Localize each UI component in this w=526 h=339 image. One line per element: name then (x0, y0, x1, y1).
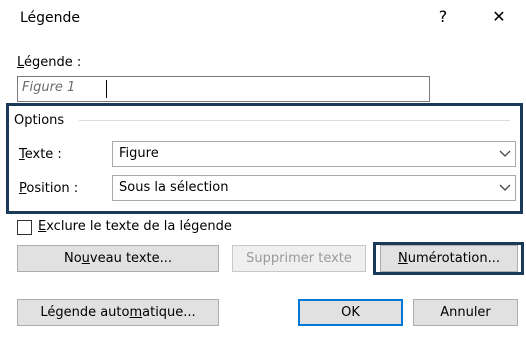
dialog-title: Légende (20, 10, 81, 26)
numbering-button[interactable]: Numérotation... (380, 245, 518, 272)
exclude-checkbox[interactable] (17, 220, 32, 235)
text-cursor (106, 80, 107, 98)
new-label-button[interactable]: Nouveau texte... (17, 245, 219, 272)
caption-value: Figure 1 (22, 80, 76, 95)
autocaption-button[interactable]: Légende automatique... (17, 299, 219, 326)
text-select-value: Figure (119, 146, 159, 161)
caption-label: Légende : (17, 55, 82, 70)
options-group-label: Options (14, 113, 65, 128)
text-select[interactable]: Figure (112, 141, 516, 167)
text-label: Texte : (19, 147, 62, 162)
position-select-value: Sous la sélection (119, 180, 229, 195)
position-select[interactable]: Sous la sélection (112, 175, 516, 201)
caption-input[interactable]: Figure 1 (17, 76, 430, 102)
delete-label-button[interactable]: Supprimer texte (232, 245, 366, 272)
cancel-button[interactable]: Annuler (413, 299, 518, 326)
close-button[interactable]: ✕ (482, 4, 516, 30)
chevron-down-icon[interactable] (494, 176, 515, 200)
exclude-label[interactable]: Exclure le texte de la légende (38, 218, 232, 236)
options-group: Options Texte : Figure Position : Sous l… (6, 103, 523, 214)
chevron-down-icon[interactable] (494, 142, 515, 166)
help-icon: ? (438, 7, 448, 26)
group-divider (79, 120, 510, 121)
position-label: Position : (19, 181, 79, 196)
ok-button[interactable]: OK (298, 299, 403, 326)
close-icon: ✕ (492, 7, 506, 26)
help-button[interactable]: ? (426, 4, 460, 30)
